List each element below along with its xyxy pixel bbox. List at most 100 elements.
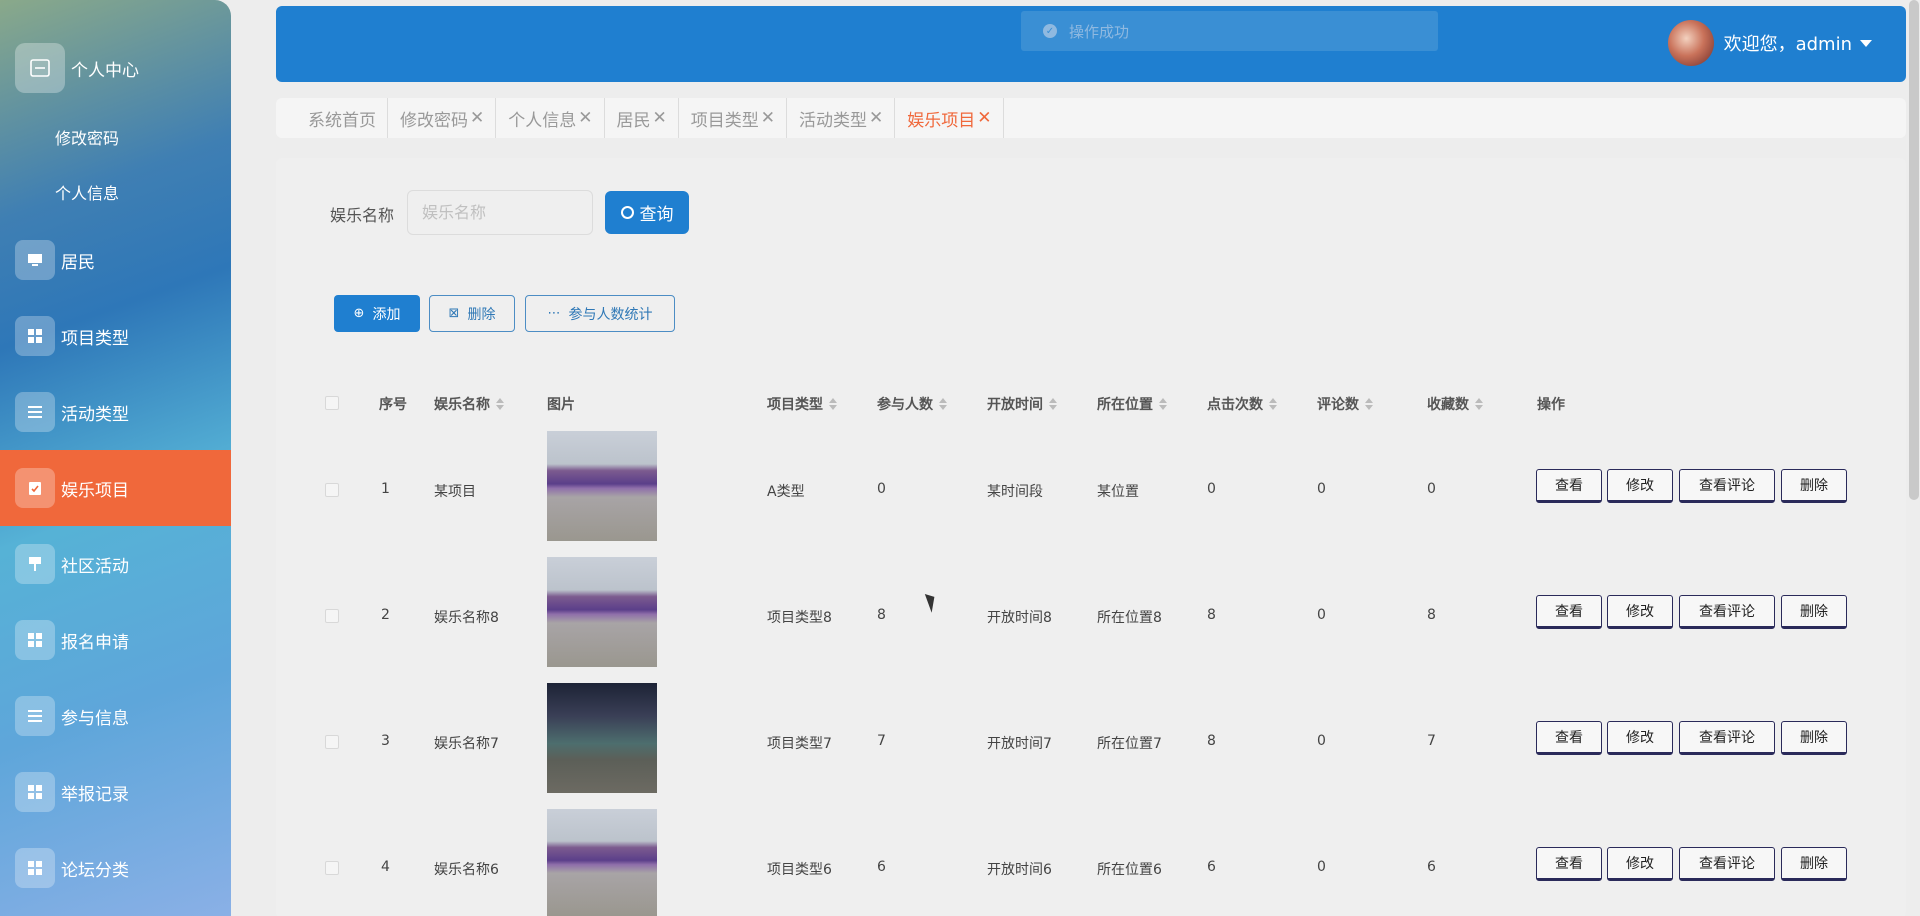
select-all-checkbox[interactable]	[325, 396, 339, 410]
row-checkbox[interactable]	[325, 483, 339, 497]
sidebar-item-project-types[interactable]: 项目类型	[0, 298, 231, 374]
sidebar-item-registration[interactable]: 报名申请	[0, 602, 231, 678]
list-icon	[15, 392, 55, 432]
cell-participants: 6	[877, 859, 886, 875]
tab-activity-types[interactable]: 活动类型 ✕	[787, 98, 896, 138]
column-header-actions: 操作	[1537, 397, 1565, 413]
sidebar-item-forum-category[interactable]: 论坛分类	[0, 830, 231, 906]
entertainment-image[interactable]	[547, 683, 657, 793]
close-icon[interactable]: ✕	[761, 108, 775, 128]
vertical-scrollbar[interactable]	[1909, 0, 1919, 500]
cell-name: 娱乐名称6	[434, 862, 499, 878]
view-button[interactable]: 查看	[1536, 469, 1602, 503]
sidebar-item-label: 社区活动	[61, 556, 129, 577]
sidebar-item-community-activity[interactable]: 社区活动	[0, 526, 231, 602]
cell-comments: 0	[1317, 481, 1326, 497]
column-header-comments[interactable]: 评论数	[1317, 394, 1373, 414]
cell-no: 1	[381, 481, 390, 497]
tab-change-password[interactable]: 修改密码 ✕	[388, 98, 497, 138]
column-header-participants[interactable]: 参与人数	[877, 394, 947, 414]
view-comments-button[interactable]: 查看评论	[1679, 595, 1775, 629]
view-button[interactable]: 查看	[1536, 595, 1602, 629]
close-icon[interactable]: ✕	[869, 108, 883, 128]
close-square-icon: ⊠	[448, 306, 460, 321]
clipboard-icon	[15, 468, 55, 508]
entertainment-image[interactable]	[547, 431, 657, 541]
monitor-icon	[15, 240, 55, 280]
row-checkbox[interactable]	[325, 861, 339, 875]
sidebar-item-label: 居民	[61, 252, 95, 273]
sort-icon	[1159, 398, 1167, 410]
cell-type: 项目类型6	[767, 862, 832, 878]
row-delete-button[interactable]: 删除	[1781, 721, 1847, 755]
delete-button[interactable]: ⊠ 删除	[429, 295, 515, 332]
entertainment-image[interactable]	[547, 809, 657, 916]
cell-name: 某项目	[434, 484, 476, 500]
row-checkbox[interactable]	[325, 609, 339, 623]
user-menu[interactable]: 欢迎您，admin	[1667, 20, 1872, 66]
cell-type: 项目类型8	[767, 610, 832, 626]
tab-label: 修改密码	[400, 110, 468, 131]
sidebar-item-residents[interactable]: 居民	[0, 222, 231, 298]
grid-icon	[15, 772, 55, 812]
row-delete-button[interactable]: 删除	[1781, 847, 1847, 881]
cell-comments: 0	[1317, 859, 1326, 875]
list-icon	[15, 696, 55, 736]
tab-project-types[interactable]: 项目类型 ✕	[679, 98, 787, 138]
view-comments-button[interactable]: 查看评论	[1679, 469, 1775, 503]
stats-button-label: 参与人数统计	[568, 306, 653, 323]
cell-open-time: 开放时间7	[987, 736, 1052, 752]
cell-location: 所在位置7	[1097, 736, 1162, 752]
column-header-name[interactable]: 娱乐名称	[434, 394, 504, 414]
sidebar-item-reports[interactable]: 举报记录	[0, 754, 231, 830]
row-delete-button[interactable]: 删除	[1781, 595, 1847, 629]
participant-stats-button[interactable]: ⋯ 参与人数统计	[525, 295, 675, 332]
search-button[interactable]: 查询	[605, 191, 689, 234]
view-button[interactable]: 查看	[1536, 847, 1602, 881]
cell-clicks: 6	[1207, 859, 1216, 875]
cell-name: 娱乐名称7	[434, 736, 499, 752]
close-icon[interactable]: ✕	[470, 108, 484, 128]
caret-down-icon	[1860, 39, 1872, 47]
delete-button-label: 删除	[467, 306, 496, 323]
close-icon[interactable]: ✕	[653, 108, 667, 128]
edit-button[interactable]: 修改	[1607, 595, 1673, 629]
tab-personal-info[interactable]: 个人信息 ✕	[496, 98, 605, 138]
cell-type: 项目类型7	[767, 736, 832, 752]
sort-icon	[1475, 398, 1483, 410]
edit-button[interactable]: 修改	[1607, 847, 1673, 881]
view-button[interactable]: 查看	[1536, 721, 1602, 755]
sidebar-item-entertainment[interactable]: 娱乐项目	[0, 450, 231, 526]
pin-icon	[15, 544, 55, 584]
sidebar-item-participation[interactable]: 参与信息	[0, 678, 231, 754]
sidebar-item-personal-center[interactable]: 个人中心	[0, 30, 231, 106]
cell-open-time: 开放时间6	[987, 862, 1052, 878]
entertainment-image[interactable]	[547, 557, 657, 667]
column-header-clicks[interactable]: 点击次数	[1207, 394, 1277, 414]
sidebar-item-activity-types[interactable]: 活动类型	[0, 374, 231, 450]
sidebar-item-label: 活动类型	[61, 404, 129, 425]
close-icon[interactable]: ✕	[977, 108, 991, 128]
column-header-location[interactable]: 所在位置	[1097, 394, 1167, 414]
column-header-type[interactable]: 项目类型	[767, 394, 837, 414]
view-comments-button[interactable]: 查看评论	[1679, 721, 1775, 755]
success-toast: ✓ 操作成功	[1021, 11, 1438, 51]
view-comments-button[interactable]: 查看评论	[1679, 847, 1775, 881]
edit-button[interactable]: 修改	[1607, 721, 1673, 755]
tab-residents[interactable]: 居民 ✕	[605, 98, 679, 138]
add-button[interactable]: ⊕ 添加	[334, 295, 420, 332]
sidebar-item-label: 娱乐项目	[61, 480, 129, 501]
tab-home[interactable]: 系统首页	[296, 98, 388, 138]
sidebar-subitem-change-password[interactable]: 修改密码	[55, 125, 119, 149]
tab-label: 活动类型	[799, 110, 867, 131]
cell-location: 所在位置8	[1097, 610, 1162, 626]
sidebar-subitem-personal-info[interactable]: 个人信息	[55, 180, 119, 204]
column-header-open-time[interactable]: 开放时间	[987, 394, 1057, 414]
edit-button[interactable]: 修改	[1607, 469, 1673, 503]
column-header-favorites[interactable]: 收藏数	[1427, 394, 1483, 414]
search-input[interactable]	[407, 190, 593, 235]
row-checkbox[interactable]	[325, 735, 339, 749]
row-delete-button[interactable]: 删除	[1781, 469, 1847, 503]
tab-entertainment[interactable]: 娱乐项目 ✕	[895, 98, 1004, 138]
close-icon[interactable]: ✕	[578, 108, 592, 128]
